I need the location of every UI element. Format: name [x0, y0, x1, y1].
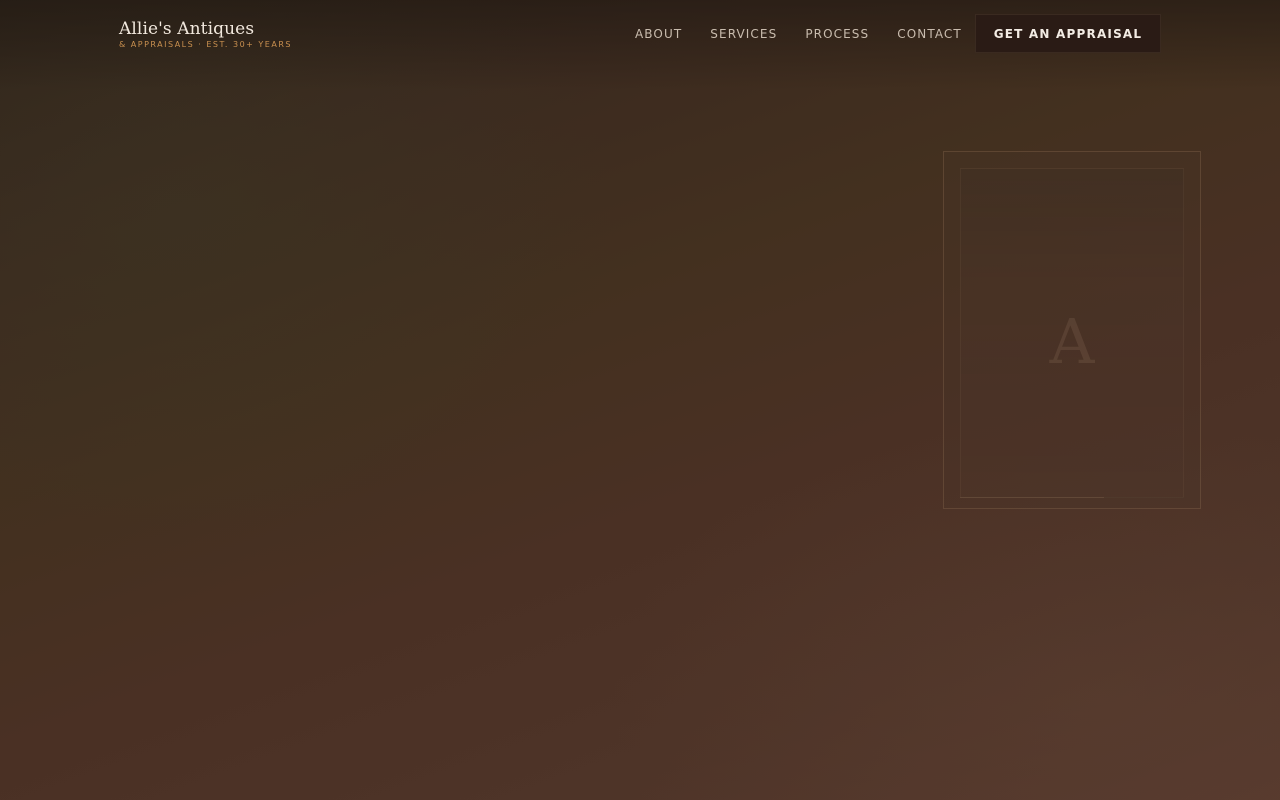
brand-logo[interactable]: Allie's Antiques & APPRAISALS · EST. 30+… — [119, 18, 292, 50]
site-header: Allie's Antiques & APPRAISALS · EST. 30+… — [0, 0, 1280, 68]
hero-image-placeholder: A — [960, 168, 1184, 498]
nav-link-process[interactable]: PROCESS — [805, 27, 869, 41]
frame-monogram: A — [1049, 305, 1095, 378]
brand-name: Allie's Antiques — [119, 19, 255, 39]
brand-tagline: & APPRAISALS · EST. 30+ YEARS — [119, 40, 292, 49]
get-appraisal-button[interactable]: GET AN APPRAISAL — [975, 14, 1161, 53]
frame-divider — [960, 497, 1104, 498]
nav-link-contact[interactable]: CONTACT — [897, 27, 962, 41]
nav-link-about[interactable]: ABOUT — [635, 27, 682, 41]
nav-link-services[interactable]: SERVICES — [710, 27, 777, 41]
main-nav: ABOUT SERVICES PROCESS CONTACT — [635, 27, 990, 41]
hero-image-frame: A — [943, 151, 1201, 509]
